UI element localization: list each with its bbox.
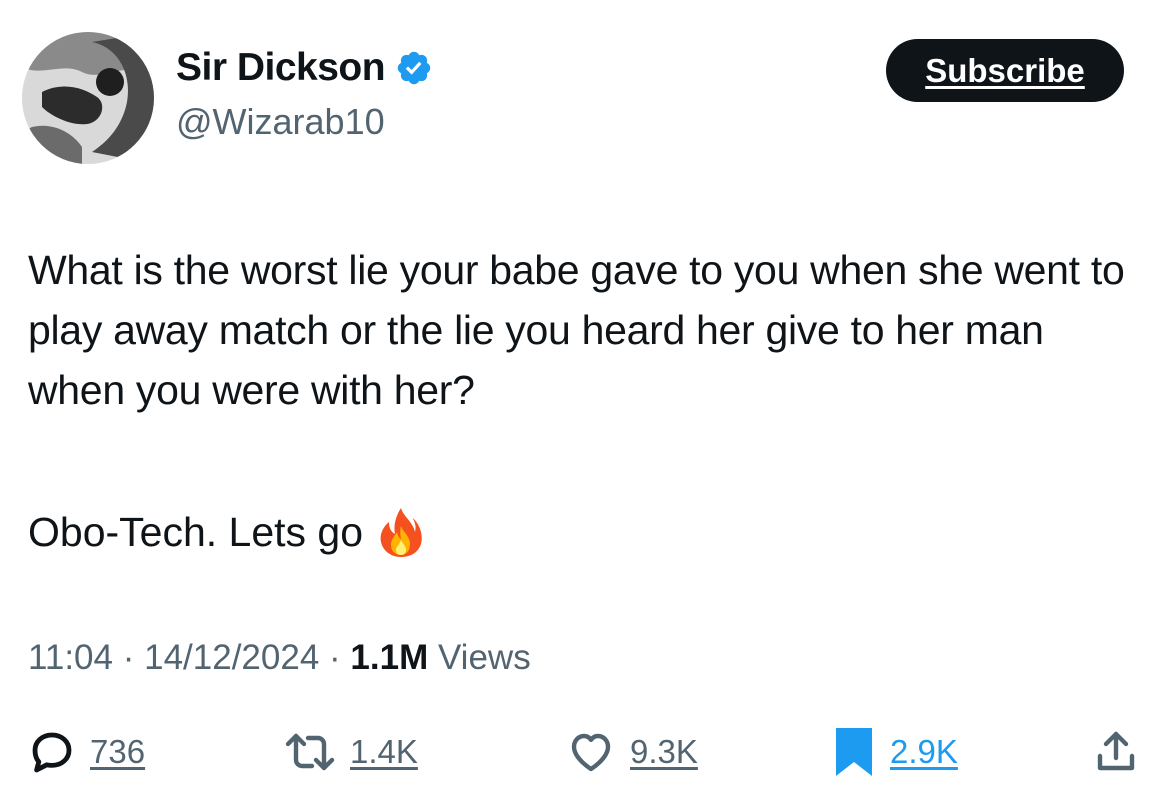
tweet-meta: 11:04 · 14/12/2024 · 1.1M Views <box>28 636 531 680</box>
tweet-text: What is the worst lie your babe gave to … <box>28 240 1138 420</box>
author-handle[interactable]: @Wizarab10 <box>176 100 385 144</box>
author-name-row[interactable]: Sir Dickson <box>176 44 433 92</box>
tweet-paragraph-2-row: Obo-Tech. Lets go <box>28 502 425 562</box>
repost-icon <box>285 733 335 771</box>
author-display-name[interactable]: Sir Dickson <box>176 44 386 92</box>
bookmark-filled-icon <box>836 728 872 776</box>
tweet-paragraph-2: Obo-Tech. Lets go <box>28 509 364 555</box>
like-button[interactable]: 9.3K <box>566 724 698 780</box>
reply-count: 736 <box>90 733 146 770</box>
bookmark-button[interactable]: 2.9K <box>832 724 958 780</box>
tweet-date[interactable]: 14/12/2024 <box>144 638 319 677</box>
views-count: 1.1M <box>350 638 429 677</box>
fire-icon <box>380 508 422 557</box>
tweet-paragraph-1: What is the worst lie your babe gave to … <box>28 247 1125 413</box>
heart-icon <box>571 733 611 772</box>
avatar[interactable] <box>22 32 154 164</box>
views-label: Views <box>437 638 531 677</box>
share-button[interactable] <box>1092 724 1140 780</box>
subscribe-button[interactable]: Subscribe <box>886 39 1124 102</box>
share-icon <box>1097 731 1135 771</box>
reply-icon <box>32 732 72 773</box>
avatar-photo <box>22 32 154 164</box>
meta-separator: · <box>329 638 341 677</box>
tweet-time[interactable]: 11:04 <box>28 638 113 677</box>
repost-count: 1.4K <box>350 733 418 770</box>
meta-separator: · <box>122 638 135 677</box>
reply-button[interactable]: 736 <box>28 724 145 780</box>
like-count: 9.3K <box>630 733 698 770</box>
verified-badge-icon <box>397 51 431 85</box>
repost-button[interactable]: 1.4K <box>284 724 418 780</box>
bookmark-count: 2.9K <box>890 733 958 770</box>
